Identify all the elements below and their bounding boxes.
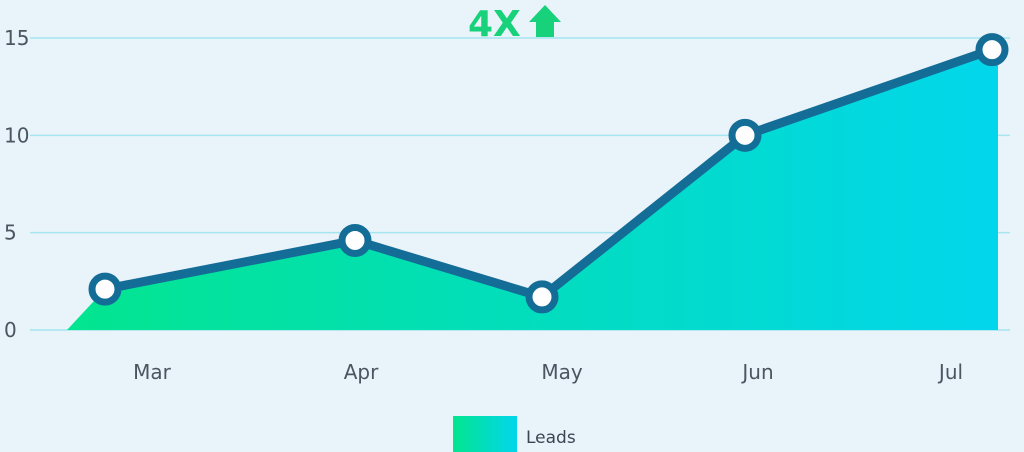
legend-swatch xyxy=(453,416,517,452)
headline: 4X xyxy=(468,4,561,45)
y-tick-label: 10 xyxy=(4,123,29,147)
x-axis-ticks: Mar Apr May Jun Jul xyxy=(133,360,963,384)
x-tick-label: May xyxy=(541,360,583,384)
data-point-apr xyxy=(338,223,372,257)
x-tick-label: Mar xyxy=(133,360,172,384)
leads-area-chart: 0 5 10 15 Mar Apr May Jun Jul 4X Leads xyxy=(4,4,1010,452)
y-tick-label: 0 xyxy=(4,318,17,342)
y-axis-ticks: 0 5 10 15 xyxy=(4,26,29,342)
x-tick-label: Jul xyxy=(937,360,963,384)
data-point-jun xyxy=(728,118,762,152)
y-tick-label: 15 xyxy=(4,26,29,50)
x-tick-label: Apr xyxy=(344,360,379,384)
data-point-mar xyxy=(88,272,122,306)
arrow-up-icon xyxy=(529,5,561,37)
legend-label: Leads xyxy=(526,428,576,448)
x-tick-label: Jun xyxy=(740,360,773,384)
y-tick-label: 5 xyxy=(4,221,17,245)
data-point-may xyxy=(525,280,559,314)
legend: Leads xyxy=(453,416,576,452)
headline-text: 4X xyxy=(468,4,521,45)
data-point-jul xyxy=(975,33,1009,67)
